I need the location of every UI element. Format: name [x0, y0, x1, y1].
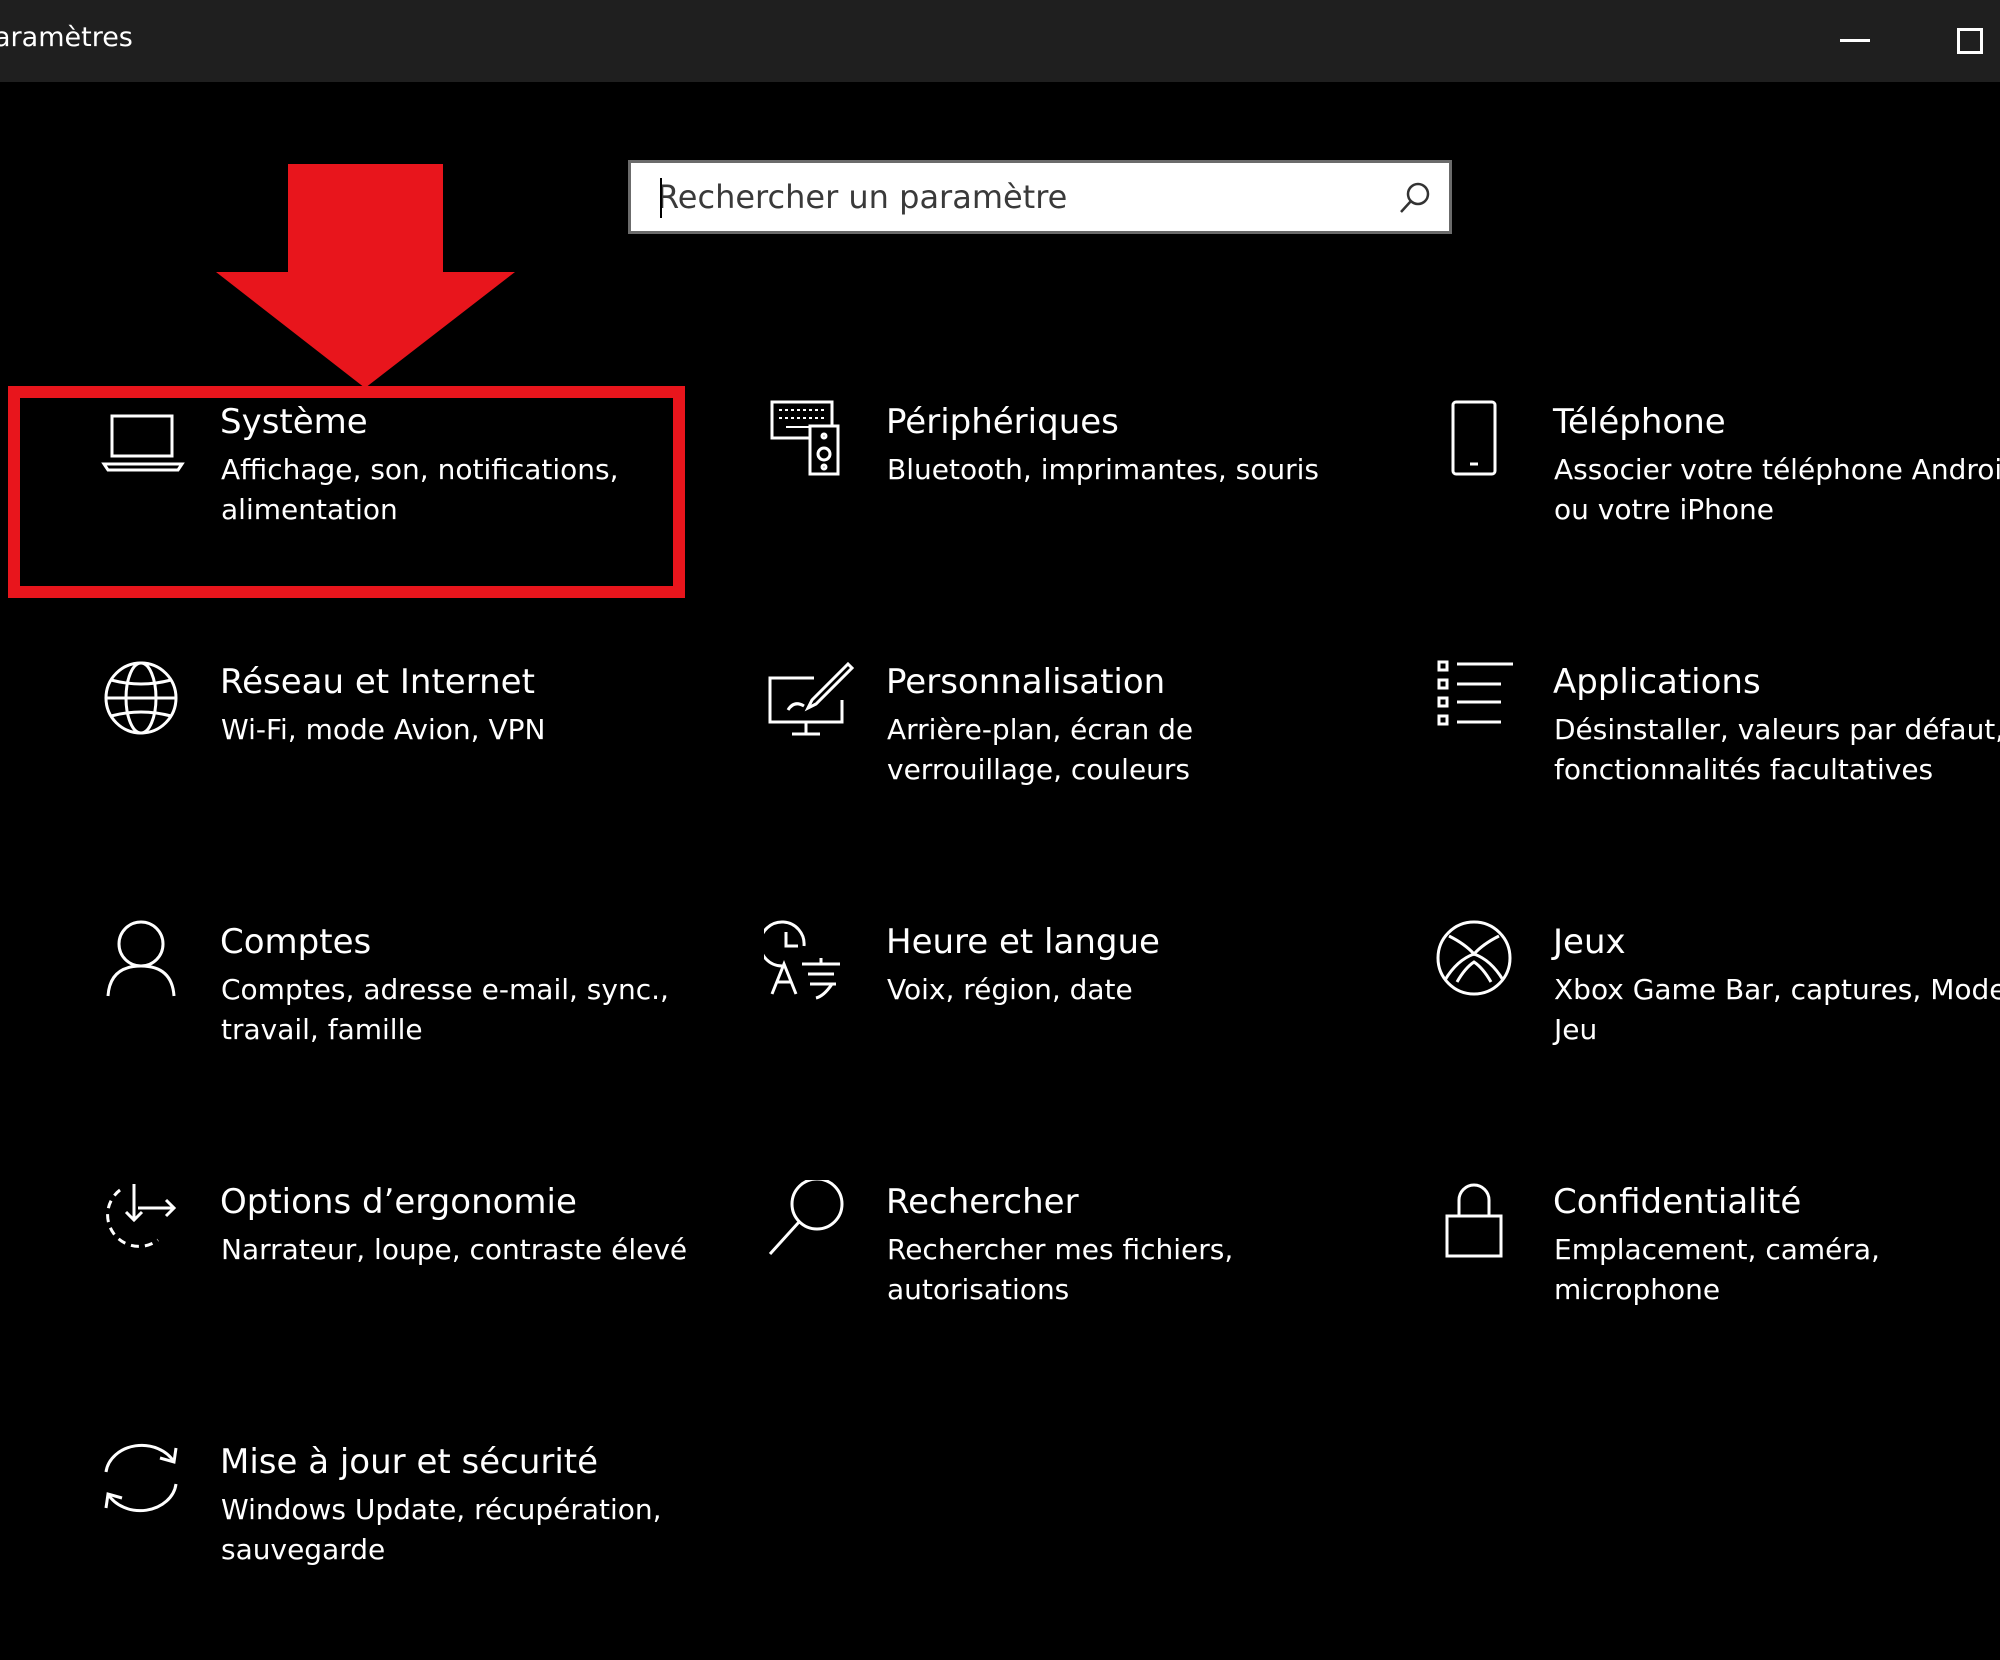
search-box[interactable]: [626, 158, 1454, 236]
tile-applications[interactable]: Applications Désinstaller, valeurs par d…: [1431, 660, 2000, 880]
tile-title: Réseau et Internet: [220, 662, 535, 702]
tile-description: Affichage, son, notifications, alimentat…: [221, 453, 619, 526]
tile-description: Comptes, adresse e-mail, sync., travail,…: [221, 973, 669, 1046]
devices-icon: [764, 400, 854, 490]
tile-title: Personnalisation: [886, 662, 1166, 702]
tile-title: Comptes: [220, 922, 372, 962]
search-icon[interactable]: [1397, 180, 1433, 220]
tile-reseau[interactable]: Réseau et Internet Wi-Fi, mode Avion, VP…: [98, 660, 718, 880]
tile-title: Heure et langue: [886, 922, 1160, 962]
tile-description: Voix, région, date: [887, 973, 1133, 1006]
tile-description: Emplacement, caméra, microphone: [1554, 1233, 1880, 1306]
tile-systeme[interactable]: Système Affichage, son, notifications, a…: [98, 400, 718, 620]
tile-rechercher[interactable]: Rechercher Rechercher mes fichiers, auto…: [764, 1180, 1384, 1400]
update-sync-icon: [98, 1440, 188, 1530]
tile-jeux[interactable]: Jeux Xbox Game Bar, captures, Mode Jeu: [1431, 920, 2000, 1140]
personalization-icon: [764, 660, 854, 750]
tile-title: Jeux: [1553, 922, 1626, 962]
search-input[interactable]: [657, 163, 1357, 231]
person-icon: [98, 920, 188, 1010]
apps-list-icon: [1431, 660, 1521, 750]
laptop-icon: [98, 400, 188, 490]
tile-peripheriques[interactable]: Périphériques Bluetooth, imprimantes, so…: [764, 400, 1384, 620]
tile-description: Désinstaller, valeurs par défaut, foncti…: [1554, 713, 2000, 786]
minimize-icon: [1840, 39, 1870, 43]
tile-ergonomie[interactable]: Options d’ergonomie Narrateur, loupe, co…: [98, 1180, 718, 1400]
minimize-button[interactable]: [1800, 0, 1910, 82]
tile-title: Rechercher: [886, 1182, 1079, 1222]
maximize-button[interactable]: [1915, 0, 2000, 82]
tile-title: Téléphone: [1553, 402, 1726, 442]
red-arrow-annotation: [213, 162, 518, 394]
tile-description: Xbox Game Bar, captures, Mode Jeu: [1554, 973, 2000, 1046]
tile-title: Mise à jour et sécurité: [220, 1442, 599, 1482]
tile-description: Rechercher mes fichiers, autorisations: [887, 1233, 1234, 1306]
tile-title: Système: [220, 402, 368, 442]
tile-personnalisation[interactable]: Personnalisation Arrière-plan, écran de …: [764, 660, 1384, 880]
tile-heure-langue[interactable]: Heure et langue Voix, région, date: [764, 920, 1384, 1140]
tile-description: Bluetooth, imprimantes, souris: [887, 453, 1319, 486]
title-bar: aramètres: [0, 0, 2000, 82]
maximize-icon: [1957, 28, 1983, 54]
tile-description: Windows Update, récupération, sauvegarde: [221, 1493, 662, 1566]
text-caret: [660, 178, 662, 218]
tile-title: Périphériques: [886, 402, 1119, 442]
tile-comptes[interactable]: Comptes Comptes, adresse e-mail, sync., …: [98, 920, 718, 1140]
time-language-icon: [764, 920, 854, 1010]
window-title: aramètres: [0, 22, 133, 53]
xbox-icon: [1431, 920, 1521, 1010]
tile-telephone[interactable]: Téléphone Associer votre téléphone Andro…: [1431, 400, 2000, 620]
tile-description: Associer votre téléphone Android ou votr…: [1554, 453, 2000, 526]
ease-of-access-icon: [98, 1180, 188, 1270]
tile-description: Narrateur, loupe, contraste élevé: [221, 1233, 688, 1266]
tile-title: Applications: [1553, 662, 1761, 702]
tile-confidentialite[interactable]: Confidentialité Emplacement, caméra, mic…: [1431, 1180, 2000, 1400]
tile-mise-a-jour[interactable]: Mise à jour et sécurité Windows Update, …: [98, 1440, 718, 1660]
lock-icon: [1431, 1180, 1521, 1270]
globe-icon: [98, 660, 188, 750]
phone-icon: [1431, 400, 1521, 490]
tile-title: Confidentialité: [1553, 1182, 1802, 1222]
tile-description: Wi-Fi, mode Avion, VPN: [221, 713, 546, 746]
tile-description: Arrière-plan, écran de verrouillage, cou…: [887, 713, 1194, 786]
tile-title: Options d’ergonomie: [220, 1182, 577, 1222]
search-icon: [764, 1180, 854, 1270]
